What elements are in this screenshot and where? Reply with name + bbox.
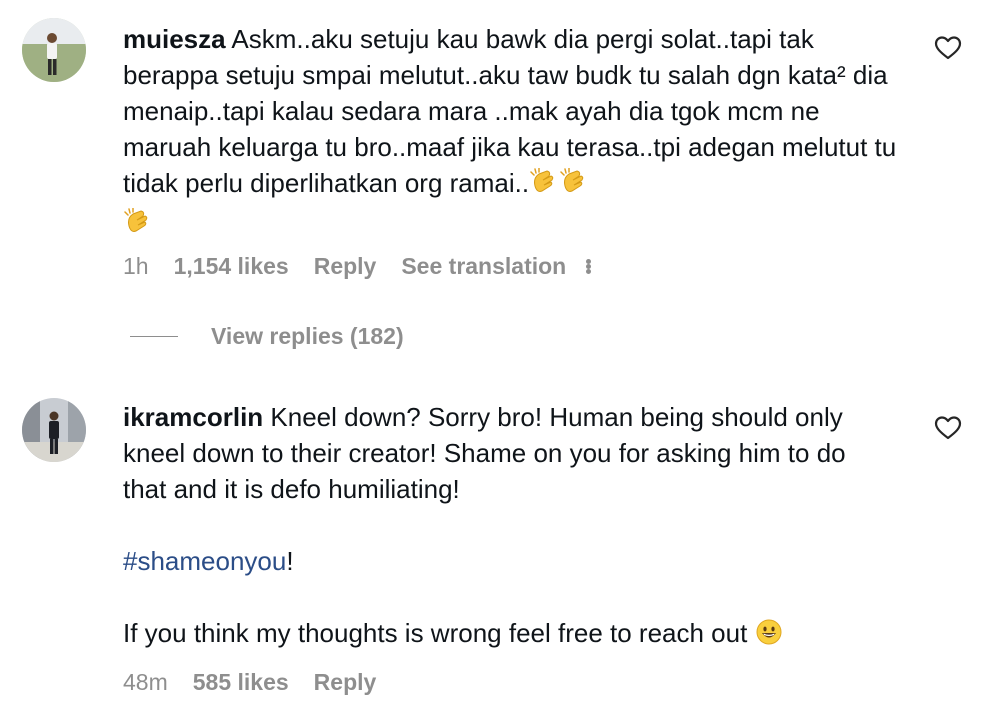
- view-replies-label: View replies (182): [211, 322, 404, 349]
- hashtag-link[interactable]: #shameonyou: [123, 546, 286, 576]
- avatar-photo-ikramcorlin: [22, 398, 86, 462]
- comment-time[interactable]: 48m: [123, 669, 168, 696]
- avatar-photo-muiesza: [22, 18, 86, 82]
- clapping-hands-icon: [123, 207, 153, 245]
- clapping-hands-icon: [559, 167, 589, 205]
- hashtag-suffix: !: [286, 546, 294, 576]
- heart-outline-icon[interactable]: [934, 415, 962, 441]
- avatar-muiesza[interactable]: [22, 18, 86, 82]
- reply-button[interactable]: Reply: [314, 669, 377, 696]
- comment-text: ikramcorlin Kneel down? Sorry bro! Human…: [123, 399, 883, 507]
- clapping-hands-icon: [529, 167, 559, 205]
- comment-closing-text: If you think my thoughts is wrong feel f…: [123, 618, 748, 648]
- view-replies-button[interactable]: View replies (182): [130, 318, 404, 354]
- comment-message: Askm..aku setuju kau bawk dia pergi sola…: [123, 24, 897, 198]
- grinning-face-icon: [755, 618, 783, 655]
- heart-outline-icon[interactable]: [934, 35, 962, 61]
- see-translation-button[interactable]: See translation: [401, 253, 566, 280]
- username-link[interactable]: muiesza: [123, 24, 226, 54]
- comment-body-muiesza: muiesza Askm..aku setuju kau bawk dia pe…: [123, 21, 903, 245]
- comment-meta-muiesza: 1h 1,154 likes Reply See translation: [123, 251, 592, 281]
- comment-text: muiesza Askm..aku setuju kau bawk dia pe…: [123, 21, 903, 245]
- reply-button[interactable]: Reply: [314, 253, 377, 280]
- comment-body-ikramcorlin: ikramcorlin Kneel down? Sorry bro! Human…: [123, 399, 883, 655]
- username-link[interactable]: ikramcorlin: [123, 402, 263, 432]
- comment-hashtag-line: #shameonyou!: [123, 543, 883, 579]
- more-options-icon[interactable]: [586, 258, 592, 274]
- comment-time[interactable]: 1h: [123, 253, 149, 280]
- likes-count[interactable]: 1,154 likes: [174, 253, 289, 280]
- comment-closing-line: If you think my thoughts is wrong feel f…: [123, 615, 883, 655]
- likes-count[interactable]: 585 likes: [193, 669, 289, 696]
- comment-meta-ikramcorlin: 48m 585 likes Reply: [123, 667, 376, 697]
- avatar-ikramcorlin[interactable]: [22, 398, 86, 462]
- replies-divider: [130, 335, 178, 337]
